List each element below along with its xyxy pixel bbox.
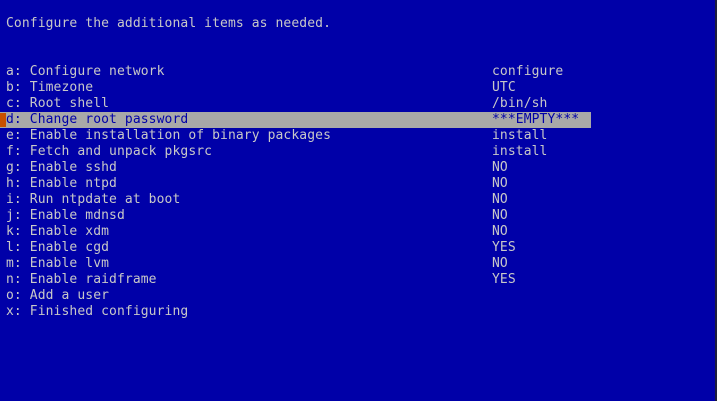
menu-item-label: i: Run ntpdate at boot: [6, 192, 181, 207]
menu-item-label: m: Enable lvm: [6, 256, 110, 271]
menu-item-label: n: Enable raidframe: [6, 272, 157, 287]
menu-item-timezone[interactable]: b: Timezone UTC: [0, 80, 717, 96]
menu-item-label: h: Enable ntpd: [6, 176, 117, 191]
menu-item-xdm[interactable]: k: Enable xdm NO: [0, 224, 717, 240]
menu-item-value: NO: [492, 256, 508, 271]
menu-item-value: UTC: [492, 80, 516, 95]
menu-item-label: k: Enable xdm: [6, 224, 110, 239]
menu-item-value: install: [492, 128, 548, 143]
menu-item-raidframe[interactable]: n: Enable raidframe YES: [0, 272, 717, 288]
menu-item-label: a: Configure network: [6, 64, 165, 79]
menu-item-value: configure: [492, 64, 564, 79]
menu-item-root-shell[interactable]: c: Root shell /bin/sh: [0, 96, 717, 112]
menu-item-value: NO: [492, 192, 508, 207]
menu-item-configure-network[interactable]: a: Configure network configure: [0, 64, 717, 80]
menu-item-label: d: Change root password: [6, 112, 189, 127]
menu-item-finished-configuring[interactable]: x: Finished configuring: [0, 304, 717, 320]
menu-item-add-user[interactable]: o: Add a user: [0, 288, 717, 304]
menu-item-value: ***EMPTY***: [492, 112, 580, 127]
menu-item-binary-packages[interactable]: e: Enable installation of binary package…: [0, 128, 717, 144]
menu-item-ntpdate[interactable]: i: Run ntpdate at boot NO: [0, 192, 717, 208]
config-menu: a: Configure network configure b: Timezo…: [0, 64, 717, 320]
menu-item-value: YES: [492, 240, 516, 255]
menu-item-value: YES: [492, 272, 516, 287]
menu-item-label: e: Enable installation of binary package…: [6, 128, 331, 143]
menu-item-label: g: Enable sshd: [6, 160, 117, 175]
menu-item-value: install: [492, 144, 548, 159]
menu-item-label: o: Add a user: [6, 288, 110, 303]
menu-item-value: NO: [492, 224, 508, 239]
menu-item-value: NO: [492, 208, 508, 223]
menu-item-sshd[interactable]: g: Enable sshd NO: [0, 160, 717, 176]
menu-item-value: NO: [492, 160, 508, 175]
menu-item-pkgsrc[interactable]: f: Fetch and unpack pkgsrc install: [0, 144, 717, 160]
menu-item-cgd[interactable]: l: Enable cgd YES: [0, 240, 717, 256]
menu-item-lvm[interactable]: m: Enable lvm NO: [0, 256, 717, 272]
menu-item-label: f: Fetch and unpack pkgsrc: [6, 144, 213, 159]
header-instruction: Configure the additional items as needed…: [6, 16, 331, 31]
menu-item-label: j: Enable mdnsd: [6, 208, 125, 223]
menu-item-mdnsd[interactable]: j: Enable mdnsd NO: [0, 208, 717, 224]
menu-item-ntpd[interactable]: h: Enable ntpd NO: [0, 176, 717, 192]
console-screen: Configure the additional items as needed…: [0, 0, 717, 401]
menu-item-label: x: Finished configuring: [6, 304, 189, 319]
menu-item-label: b: Timezone: [6, 80, 94, 95]
menu-item-value: NO: [492, 176, 508, 191]
menu-item-value: /bin/sh: [492, 96, 548, 111]
menu-item-label: c: Root shell: [6, 96, 110, 111]
menu-item-change-root-password[interactable]: d: Change root password ***EMPTY***: [0, 112, 717, 128]
menu-item-label: l: Enable cgd: [6, 240, 110, 255]
